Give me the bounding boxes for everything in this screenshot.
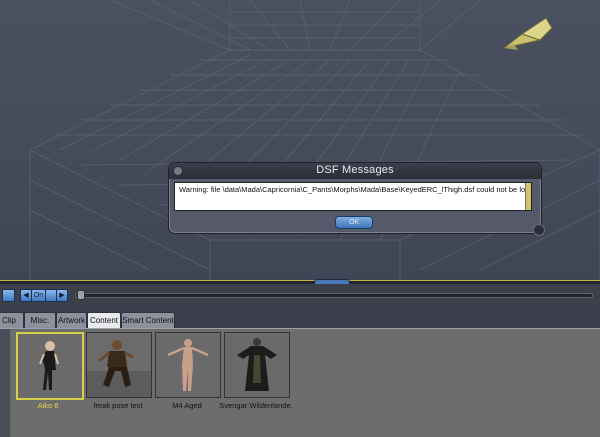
tab-clip[interactable]: Clip xyxy=(0,312,24,328)
figure-m4-image xyxy=(156,333,220,397)
thumbnail-aiko-6[interactable] xyxy=(16,332,84,400)
dsf-messages-dialog: DSF Messages Warning: file \data\Mada\Ca… xyxy=(168,162,542,234)
content-library-panel: Clip Misc. Artwork Content Smart Content… xyxy=(0,306,600,437)
tab-misc[interactable]: Misc. xyxy=(24,312,56,328)
3d-viewport[interactable] xyxy=(0,0,600,280)
thumbnail-m4-aged[interactable] xyxy=(155,332,221,398)
thumbnail-label: Svengar Wildenlande. xyxy=(219,401,293,410)
message-text-area[interactable]: Warning: file \data\Mada\Capricornia\C_P… xyxy=(174,182,532,211)
thumbnail-svengar-wildenlande[interactable] xyxy=(224,332,290,398)
dialog-title: DSF Messages xyxy=(316,164,394,176)
warning-message: Warning: file \data\Mada\Capricornia\C_P… xyxy=(179,185,532,194)
tab-artwork[interactable]: Artwork xyxy=(56,312,87,328)
resize-knob[interactable] xyxy=(533,224,545,236)
thumbnail-label: M4 Aged xyxy=(172,401,202,410)
dialog-titlebar[interactable]: DSF Messages xyxy=(169,163,541,179)
thumbnail-freak-pose-test[interactable] xyxy=(86,332,152,398)
figure-freak-image xyxy=(87,333,151,397)
library-content-grid: Aiko 6 freak pose test M4 Aged Svengar W… xyxy=(0,328,600,437)
timeline-scrubber-thumb[interactable] xyxy=(77,290,85,300)
tab-content[interactable]: Content xyxy=(87,312,121,329)
animation-timeline: ◀ On ▶ xyxy=(0,284,600,306)
tab-smart-content[interactable]: Smart Content xyxy=(121,312,175,328)
camera-orbit-icon[interactable] xyxy=(500,14,556,54)
library-side-strip xyxy=(0,329,10,437)
next-frame-button[interactable]: ▶ xyxy=(56,289,68,302)
ok-button[interactable]: OK xyxy=(335,216,373,229)
figure-svengar-image xyxy=(225,333,289,397)
thumbnail-label: Aiko 6 xyxy=(37,401,59,410)
on-toggle-button[interactable]: On xyxy=(31,289,46,302)
thumbnail-label: freak pose test xyxy=(93,401,143,410)
timeline-toggle-button[interactable] xyxy=(2,289,15,302)
figure-aiko-image xyxy=(18,334,80,396)
message-scrollbar[interactable] xyxy=(525,183,531,210)
timeline-scrubber-track[interactable] xyxy=(75,293,593,298)
